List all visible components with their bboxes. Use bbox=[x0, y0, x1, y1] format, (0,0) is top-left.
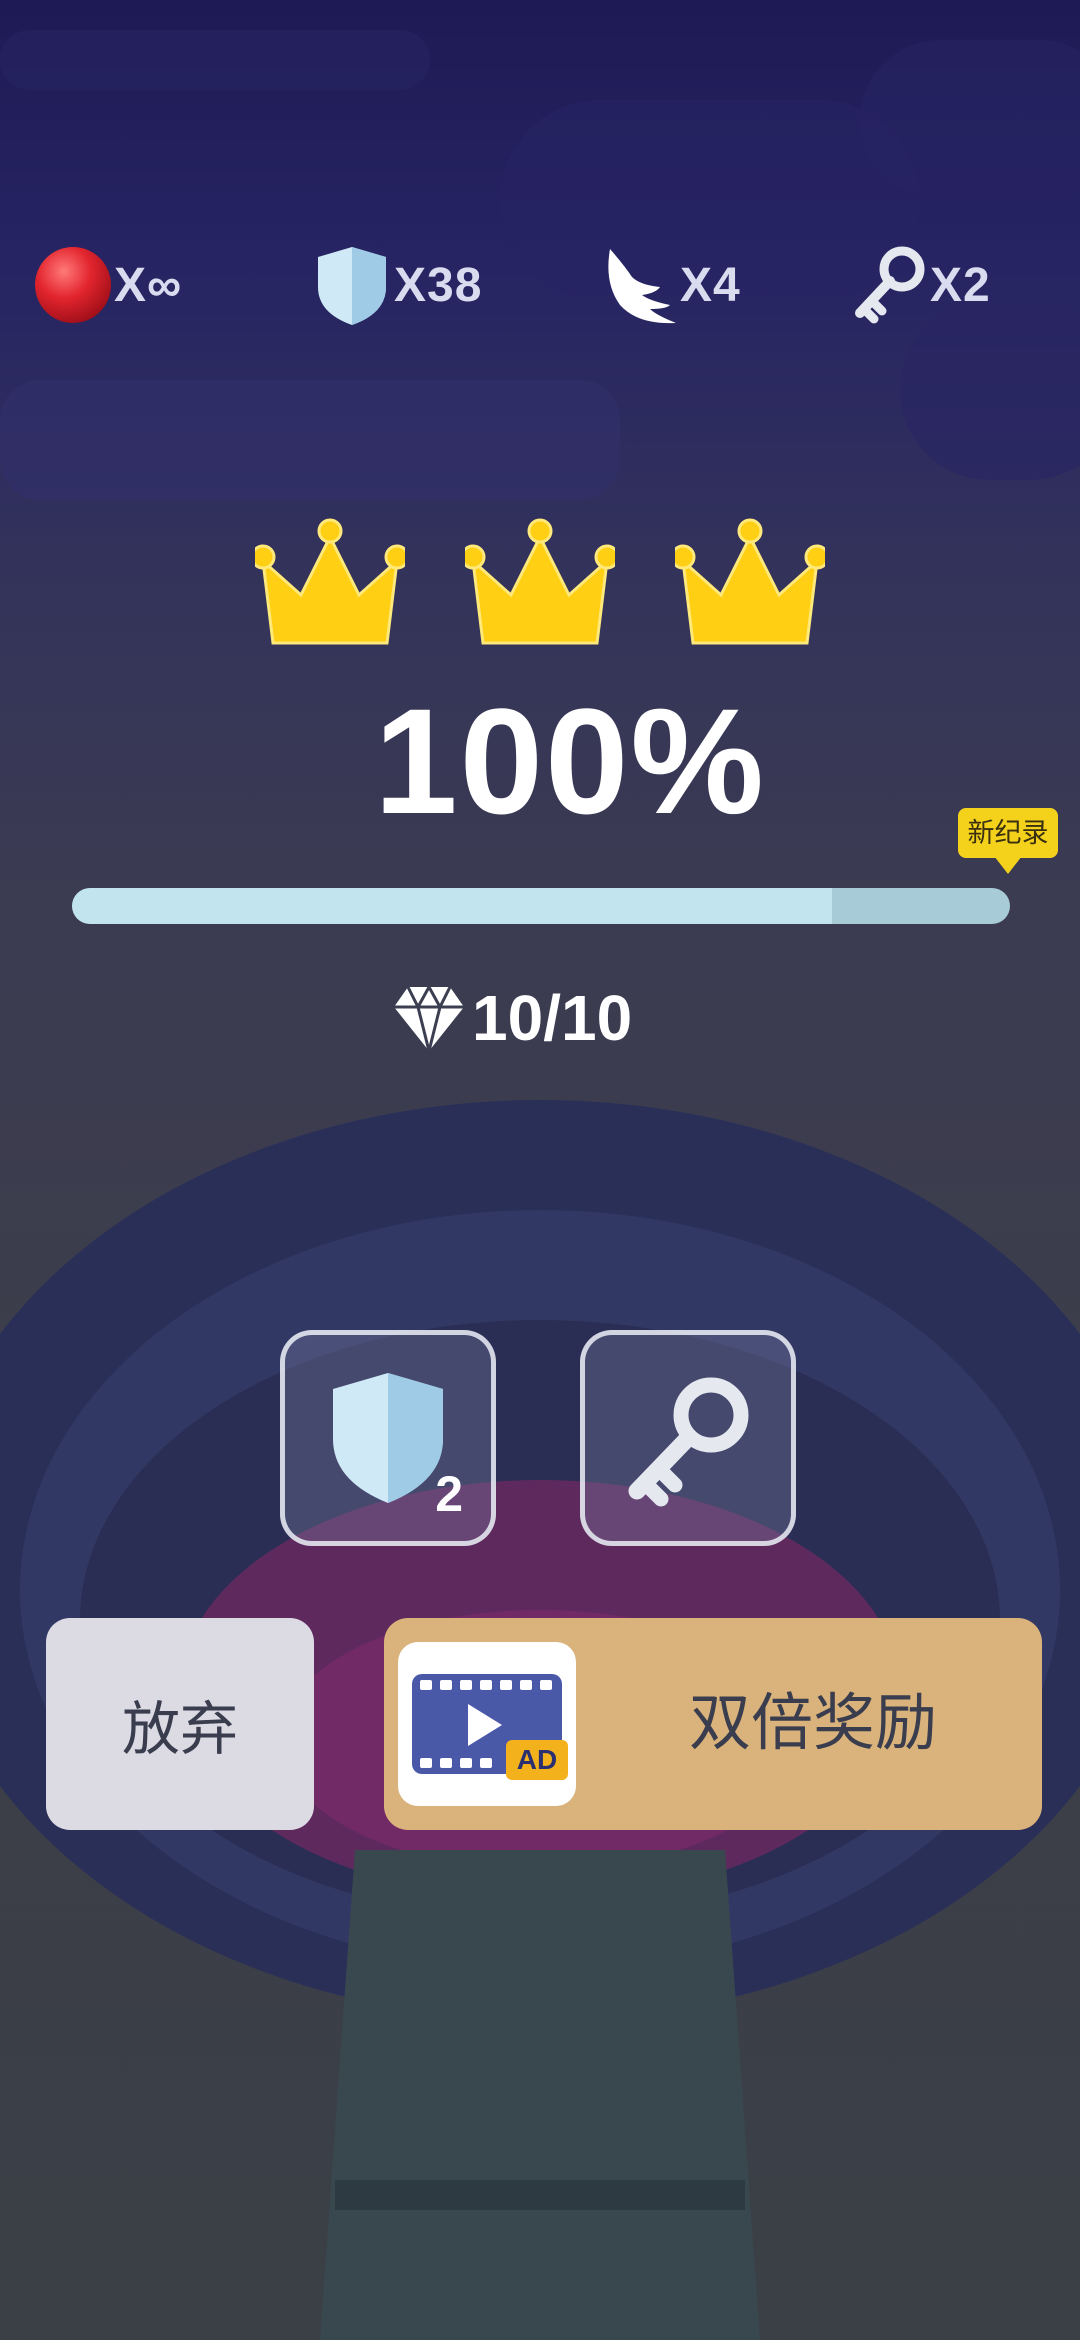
double-reward-button[interactable]: AD 双倍奖励 bbox=[384, 1618, 1042, 1830]
shield-powerup-count: 2 bbox=[435, 1466, 463, 1522]
video-ad-badge: AD bbox=[398, 1642, 576, 1806]
give-up-button[interactable]: 放弃 bbox=[46, 1618, 314, 1830]
keys-count: X2 bbox=[930, 258, 991, 312]
key-powerup-button[interactable] bbox=[580, 1330, 796, 1546]
background bbox=[0, 0, 1080, 2340]
ad-tag: AD bbox=[516, 1744, 558, 1775]
crown-rating bbox=[255, 515, 825, 655]
crown-icon bbox=[675, 518, 825, 645]
completion-percent: 100% bbox=[374, 677, 766, 845]
crown-icon bbox=[465, 518, 615, 645]
key-icon bbox=[628, 1377, 749, 1507]
lives-count: X∞ bbox=[114, 258, 183, 312]
red-ball-icon bbox=[35, 247, 111, 323]
crown-icon bbox=[255, 518, 405, 645]
wings-stat: X4 bbox=[600, 245, 741, 325]
shields-count: X38 bbox=[394, 258, 483, 312]
wings-count: X4 bbox=[680, 258, 741, 312]
new-record-label: 新纪录 bbox=[958, 808, 1058, 858]
lives-stat: X∞ bbox=[32, 245, 182, 325]
progress-bar bbox=[72, 888, 1010, 924]
give-up-label: 放弃 bbox=[121, 1697, 238, 1762]
key-icon bbox=[855, 246, 925, 324]
shield-icon bbox=[333, 1373, 443, 1503]
wing-icon bbox=[608, 249, 676, 324]
double-reward-label: 双倍奖励 bbox=[688, 1689, 937, 1758]
gem-counter: 10/10 bbox=[390, 978, 632, 1058]
diamond-icon bbox=[394, 983, 464, 1052]
shield-icon bbox=[318, 247, 386, 325]
gem-count: 10/10 bbox=[472, 982, 633, 1054]
new-record-badge: 新纪录 bbox=[958, 808, 1058, 878]
keys-stat: X2 bbox=[850, 245, 991, 325]
video-ad-icon bbox=[412, 1674, 568, 1780]
shield-powerup-button[interactable]: 2 bbox=[280, 1330, 496, 1546]
tunnel-scene bbox=[0, 1100, 1080, 2340]
shields-stat: X38 bbox=[310, 245, 482, 325]
badge-pointer bbox=[994, 856, 1022, 874]
progress-best-fill bbox=[72, 888, 832, 924]
inventory-bar: X∞ X38 X4 X2 bbox=[0, 245, 1080, 325]
